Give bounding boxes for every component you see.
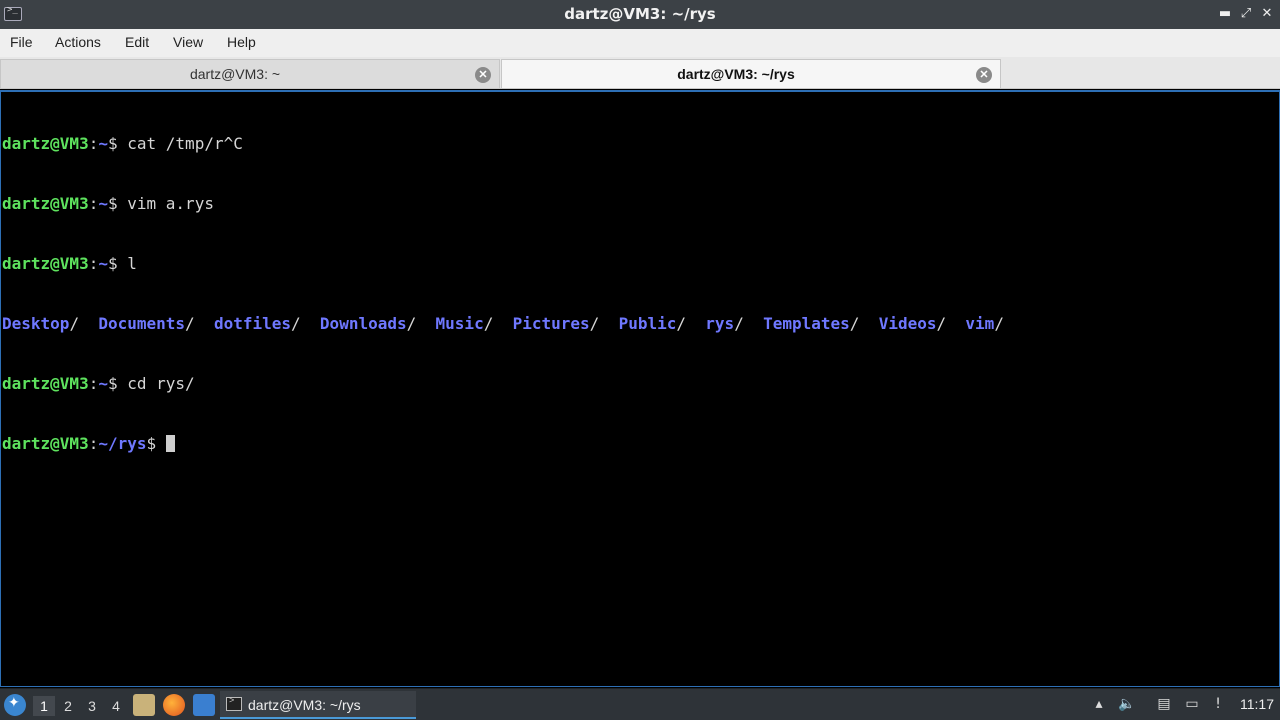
minimize-icon[interactable]: ▬ — [1215, 4, 1235, 24]
terminal-line: dartz@VM3:~$ vim a.rys — [2, 194, 1278, 214]
terminal-icon — [226, 695, 242, 711]
clock[interactable]: 11:17 — [1240, 696, 1274, 712]
start-menu-icon[interactable] — [4, 694, 26, 716]
dir-entry: vim — [965, 314, 995, 333]
workspace-4[interactable]: 4 — [105, 696, 127, 716]
terminal-line: dartz@VM3:~$ cd rys/ — [2, 374, 1278, 394]
dir-entry: Desktop — [2, 314, 70, 333]
tab-close-icon[interactable]: ✕ — [976, 67, 992, 83]
dir-entry: Pictures — [512, 314, 590, 333]
prompt-user: dartz@VM3 — [2, 434, 89, 453]
notification-icon[interactable]: ! — [1209, 695, 1227, 713]
menu-edit[interactable]: Edit — [125, 34, 149, 50]
tab-rys[interactable]: dartz@VM3: ~/rys ✕ — [501, 59, 1001, 88]
terminal-line: dartz@VM3:~/rys$ — [2, 434, 1278, 454]
window-titlebar[interactable]: dartz@VM3: ~/rys ▬ ⤢ ✕ — [0, 0, 1280, 29]
dir-entry: rys — [705, 314, 735, 333]
menu-view[interactable]: View — [173, 34, 203, 50]
ls-output-line: Desktop/ Documents/ dotfiles/ Downloads/… — [2, 314, 1004, 333]
prompt-colon: : — [88, 134, 99, 153]
prompt-user: dartz@VM3 — [2, 194, 89, 213]
taskbar: 1 2 3 4 dartz@VM3: ~/rys ▴ 🔈 ▤ ▭ ! 11:17 — [0, 688, 1280, 720]
menu-help[interactable]: Help — [227, 34, 256, 50]
prompt-path: ~ — [98, 134, 108, 153]
dir-entry: Downloads — [319, 314, 407, 333]
firefox-icon[interactable] — [163, 694, 185, 716]
tab-label: dartz@VM3: ~ — [189, 66, 281, 82]
prompt-colon: : — [88, 434, 99, 453]
prompt-colon: : — [88, 254, 99, 273]
command-text: l — [117, 254, 137, 273]
prompt-user: dartz@VM3 — [2, 374, 89, 393]
prompt-path: ~ — [98, 254, 108, 273]
menu-file[interactable]: File — [10, 34, 33, 50]
workspace-1[interactable]: 1 — [33, 696, 55, 716]
volume-icon[interactable]: 🔈 — [1118, 695, 1136, 713]
terminal-area[interactable]: dartz@VM3:~$ cat /tmp/r^C dartz@VM3:~$ v… — [0, 90, 1280, 687]
workspace-3[interactable]: 3 — [81, 696, 103, 716]
prompt-dollar: $ — [107, 254, 118, 273]
command-text — [156, 434, 166, 453]
prompt-dollar: $ — [107, 374, 118, 393]
prompt-dollar: $ — [107, 194, 118, 213]
taskbar-window-label: dartz@VM3: ~/rys — [248, 697, 361, 713]
prompt-path: ~ — [98, 194, 108, 213]
command-text: cat /tmp/r^C — [117, 134, 243, 153]
terminal-cursor — [165, 435, 175, 452]
clipboard-icon[interactable]: ▤ — [1155, 695, 1173, 713]
maximize-icon[interactable]: ⤢ — [1236, 4, 1256, 24]
terminal-line: dartz@VM3:~$ cat /tmp/r^C — [2, 134, 1278, 154]
workspace-2[interactable]: 2 — [57, 696, 79, 716]
dir-entry: dotfiles — [213, 314, 292, 333]
prompt-path: ~/rys — [98, 434, 147, 453]
tab-close-icon[interactable]: ✕ — [475, 67, 491, 83]
taskbar-window-button[interactable]: dartz@VM3: ~/rys — [220, 691, 416, 719]
dir-entry: Videos — [878, 314, 937, 333]
dir-entry: Music — [435, 314, 484, 333]
screenshot-icon[interactable]: ▭ — [1183, 695, 1201, 713]
menu-bar: File Actions Edit View Help — [0, 29, 1280, 57]
dir-entry: Documents — [98, 314, 186, 333]
prompt-dollar: $ — [146, 434, 157, 453]
tray-up-arrow-icon[interactable]: ▴ — [1090, 695, 1108, 713]
prompt-path: ~ — [98, 374, 108, 393]
desktop-icon[interactable] — [193, 694, 215, 716]
prompt-dollar: $ — [107, 134, 118, 153]
prompt-colon: : — [88, 374, 99, 393]
prompt-user: dartz@VM3 — [2, 134, 89, 153]
dir-entry: Templates — [763, 314, 850, 333]
prompt-user: dartz@VM3 — [2, 254, 89, 273]
prompt-colon: : — [88, 194, 99, 213]
file-manager-icon[interactable] — [133, 694, 155, 716]
dir-entry: Public — [618, 314, 677, 333]
menu-actions[interactable]: Actions — [55, 34, 101, 50]
tab-home[interactable]: dartz@VM3: ~ ✕ — [0, 59, 500, 88]
terminal-line: dartz@VM3:~$ l — [2, 254, 1278, 274]
window-title: dartz@VM3: ~/rys — [564, 5, 716, 23]
command-text: vim a.rys — [117, 194, 214, 213]
tab-label: dartz@VM3: ~/rys — [677, 66, 795, 82]
tab-bar: dartz@VM3: ~ ✕ dartz@VM3: ~/rys ✕ — [0, 57, 1280, 89]
command-text: cd rys/ — [117, 374, 195, 393]
close-icon[interactable]: ✕ — [1257, 4, 1277, 24]
